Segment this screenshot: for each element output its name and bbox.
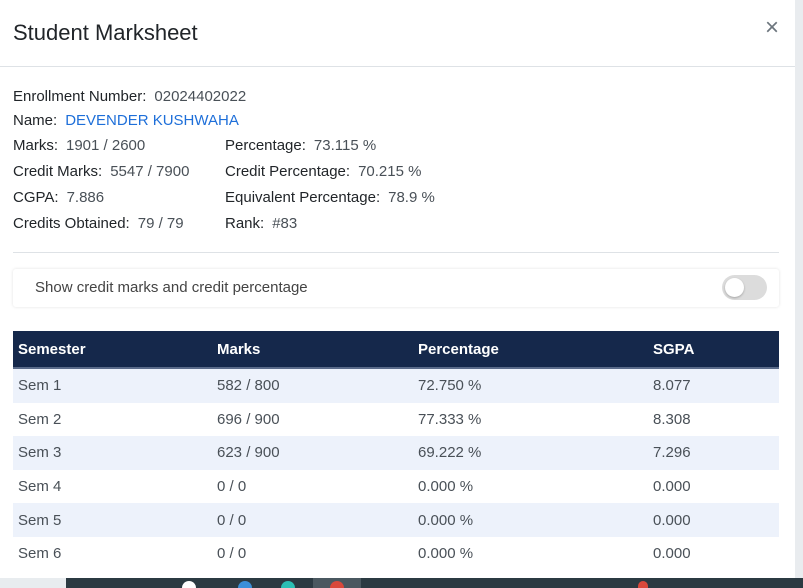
credit-marks-value: 5547 / 7900	[110, 163, 190, 180]
cell-marks: 582 / 800	[217, 377, 280, 395]
section-divider	[13, 252, 779, 253]
percentage-label: Percentage:	[225, 137, 306, 154]
cell-sgpa: 0.000	[653, 511, 691, 529]
table-row: Sem 1 582 / 800 72.750 % 8.077	[13, 368, 779, 403]
cell-percentage: 0.000 %	[418, 545, 474, 563]
table-row: Sem 2 696 / 900 77.333 % 8.308	[13, 403, 779, 437]
cell-sgpa: 8.077	[653, 377, 691, 395]
cell-sgpa: 7.296	[653, 444, 691, 462]
cell-semester: Sem 5	[18, 511, 62, 529]
header-marks[interactable]: Marks	[212, 331, 413, 369]
semester-table: Semester Marks Percentage SGPA Sem 1 582…	[13, 331, 779, 571]
taskbar-tray-icon[interactable]	[638, 581, 648, 588]
taskbar-app-icon[interactable]	[330, 581, 344, 588]
cell-sgpa: 8.308	[653, 410, 691, 428]
enrollment-row: Enrollment Number: 02024402022	[13, 88, 246, 105]
name-row: Name: DEVENDER KUSHWAHA	[13, 112, 239, 129]
table-row: Sem 3 623 / 900 69.222 % 7.296	[13, 436, 779, 470]
table-row: Sem 5 0 / 0 0.000 % 0.000	[13, 503, 779, 537]
marks-label: Marks:	[13, 137, 58, 154]
cell-percentage: 0.000 %	[418, 511, 474, 529]
rank-value: #83	[272, 215, 298, 232]
enrollment-value: 02024402022	[154, 88, 247, 105]
header-semester[interactable]: Semester	[13, 331, 212, 369]
toggle-knob	[725, 278, 744, 297]
cell-semester: Sem 4	[18, 478, 62, 496]
cell-marks: 0 / 0	[217, 478, 247, 496]
table-header-row: Semester Marks Percentage SGPA	[13, 331, 779, 369]
cell-percentage: 72.750 %	[418, 377, 482, 395]
marksheet-modal: Student Marksheet × Enrollment Number: 02…	[0, 0, 795, 588]
cell-semester: Sem 3	[18, 444, 62, 462]
credits-obtained-value: 79 / 79	[137, 215, 184, 232]
cell-marks: 623 / 900	[217, 444, 280, 462]
taskbar-start-area[interactable]	[0, 578, 66, 588]
name-label: Name:	[13, 112, 58, 129]
credits-obtained-row: Credits Obtained: 79 / 79	[13, 215, 184, 232]
cell-marks: 0 / 0	[217, 511, 247, 529]
credits-obtained-label: Credits Obtained:	[13, 215, 130, 232]
header-percentage[interactable]: Percentage	[413, 331, 648, 369]
marks-row: Marks: 1901 / 2600	[13, 137, 145, 154]
equivalent-percentage-label: Equivalent Percentage:	[225, 189, 381, 206]
cgpa-row: CGPA: 7.886	[13, 189, 104, 206]
rank-row: Rank: #83	[225, 215, 297, 232]
cell-sgpa: 0.000	[653, 545, 691, 563]
cgpa-label: CGPA:	[13, 189, 59, 206]
credit-marks-label: Credit Marks:	[13, 163, 103, 180]
equivalent-percentage-value: 78.9 %	[388, 189, 435, 206]
page-scrollbar[interactable]	[795, 0, 803, 588]
rank-label: Rank:	[225, 215, 265, 232]
cell-percentage: 77.333 %	[418, 410, 482, 428]
modal-header: Student Marksheet ×	[0, 0, 795, 67]
credit-toggle-card: Show credit marks and credit percentage	[13, 269, 779, 307]
credit-toggle-switch[interactable]	[722, 275, 767, 300]
student-name-link[interactable]: DEVENDER KUSHWAHA	[65, 112, 239, 129]
table-row: Sem 6 0 / 0 0.000 % 0.000	[13, 537, 779, 571]
credit-percentage-row: Credit Percentage: 70.215 %	[225, 163, 421, 180]
cell-marks: 696 / 900	[217, 410, 280, 428]
taskbar-app-icon[interactable]	[182, 581, 196, 588]
modal-title: Student Marksheet	[13, 20, 198, 45]
credit-percentage-value: 70.215 %	[358, 163, 422, 180]
cell-sgpa: 0.000	[653, 478, 691, 496]
os-taskbar	[0, 578, 803, 588]
taskbar-app-icon[interactable]	[281, 581, 295, 588]
percentage-row: Percentage: 73.115 %	[225, 137, 376, 154]
cell-semester: Sem 2	[18, 410, 62, 428]
marks-value: 1901 / 2600	[66, 137, 146, 154]
credit-marks-row: Credit Marks: 5547 / 7900	[13, 163, 189, 180]
enrollment-label: Enrollment Number:	[13, 88, 147, 105]
cell-percentage: 0.000 %	[418, 478, 474, 496]
cgpa-value: 7.886	[66, 189, 105, 206]
taskbar-app-icon[interactable]	[238, 581, 252, 588]
header-sgpa[interactable]: SGPA	[648, 331, 779, 369]
credit-percentage-label: Credit Percentage:	[225, 163, 351, 180]
cell-percentage: 69.222 %	[418, 444, 482, 462]
credit-toggle-label: Show credit marks and credit percentage	[35, 279, 308, 296]
close-icon[interactable]: ×	[765, 16, 779, 40]
equivalent-percentage-row: Equivalent Percentage: 78.9 %	[225, 189, 435, 206]
percentage-value: 73.115 %	[313, 137, 377, 154]
table-row: Sem 4 0 / 0 0.000 % 0.000	[13, 470, 779, 504]
cell-marks: 0 / 0	[217, 545, 247, 563]
cell-semester: Sem 6	[18, 545, 62, 563]
cell-semester: Sem 1	[18, 377, 62, 395]
